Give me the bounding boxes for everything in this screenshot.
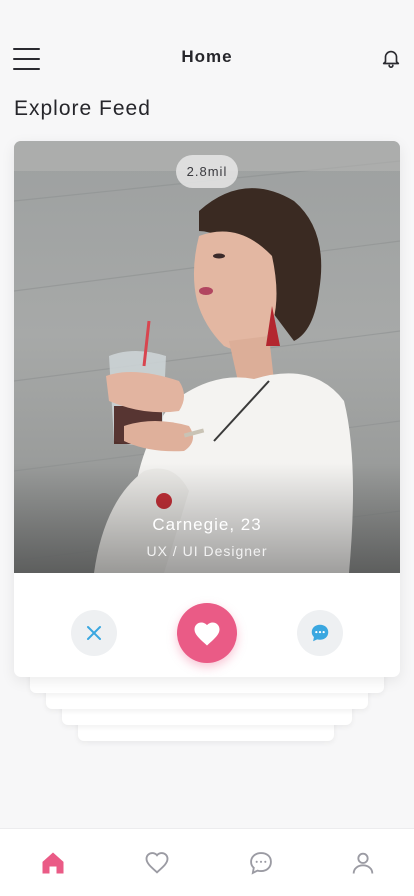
nav-messages[interactable] [247, 849, 275, 877]
message-button[interactable] [297, 610, 343, 656]
views-badge: 2.8mil [176, 155, 238, 188]
chat-outline-icon [250, 852, 272, 875]
profile-photo: 2.8mil Carnegie, 23 UX / UI Designer [14, 141, 400, 573]
explore-feed-title: Explore Feed [14, 97, 151, 120]
profile-icon [352, 852, 374, 874]
heart-icon [194, 622, 220, 646]
person-role: UX / UI Designer [146, 543, 268, 559]
chat-bubble-icon [311, 624, 329, 642]
bottom-navigation [0, 828, 414, 896]
nav-home[interactable] [39, 849, 67, 877]
bell-icon[interactable] [380, 47, 402, 69]
heart-outline-icon [145, 852, 169, 874]
person-name: Carnegie, 23 [152, 515, 262, 534]
nav-profile[interactable] [349, 849, 377, 877]
app-header: Home [0, 0, 414, 90]
close-icon [87, 626, 101, 640]
like-button[interactable] [177, 603, 237, 663]
nav-favorites[interactable] [143, 849, 171, 877]
profile-card[interactable]: 2.8mil Carnegie, 23 UX / UI Designer [14, 141, 400, 677]
page-title: Home [181, 47, 233, 66]
home-icon [42, 852, 64, 874]
dismiss-button[interactable] [71, 610, 117, 656]
